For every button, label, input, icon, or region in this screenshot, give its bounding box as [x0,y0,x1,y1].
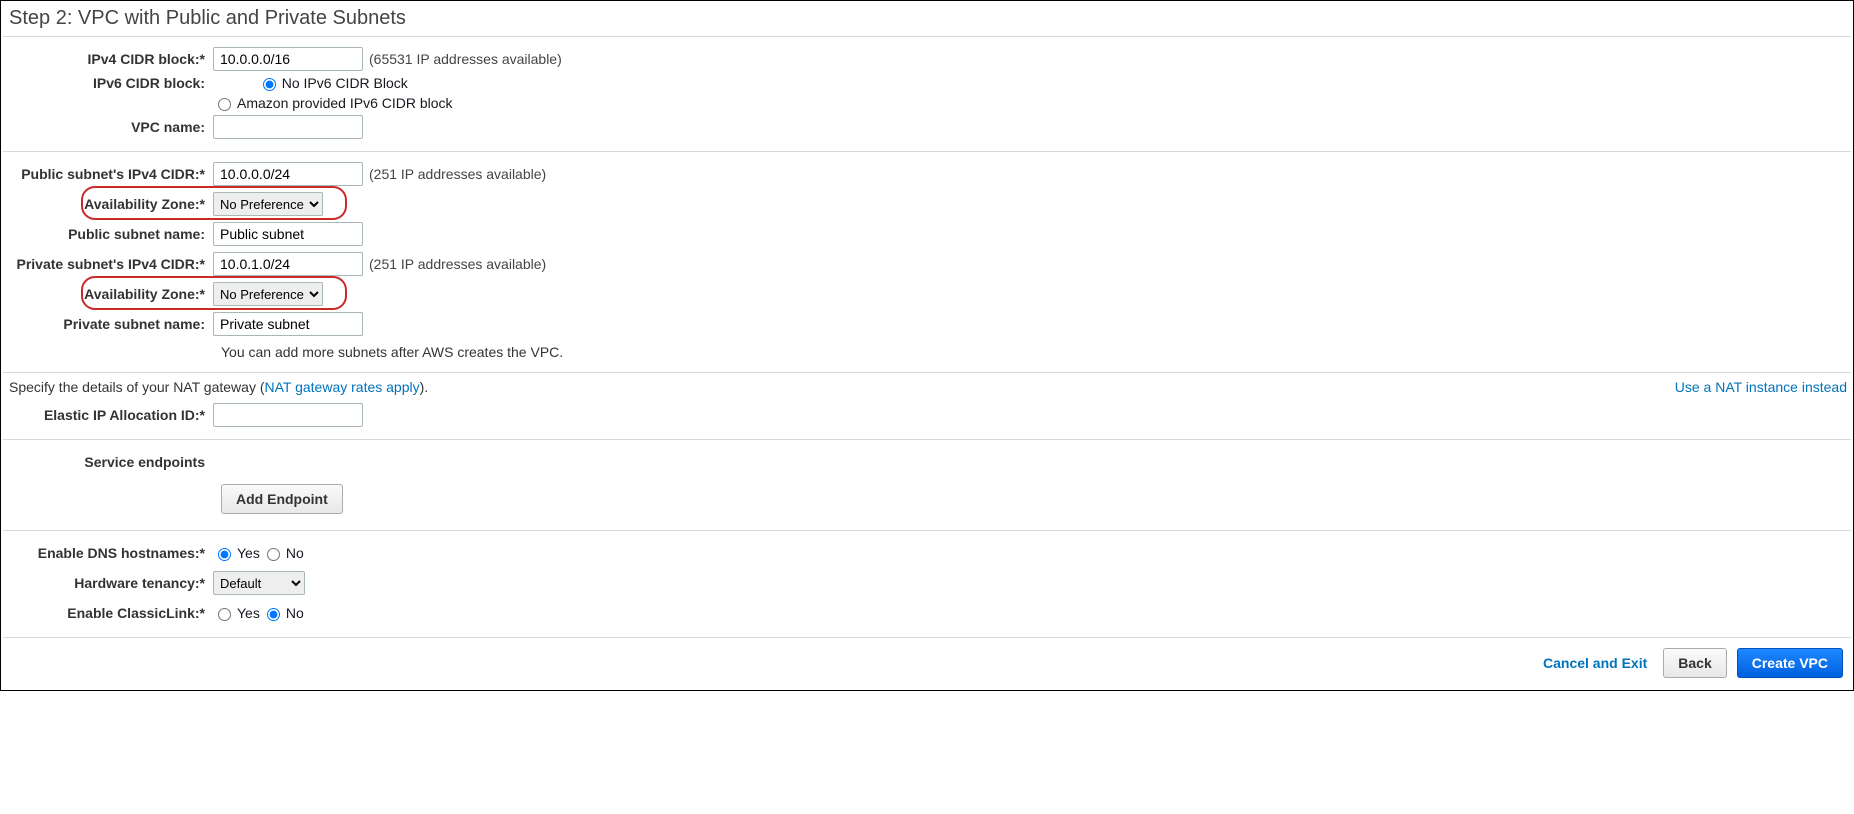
classiclink-yes-text: Yes [237,605,260,621]
ipv6-amazon-radio[interactable] [218,98,231,111]
vpc-name-input[interactable] [213,115,363,139]
nat-prefix: Specify the details of your NAT gateway … [9,379,265,395]
ipv4-cidr-input[interactable] [213,47,363,71]
classiclink-no-text: No [286,605,304,621]
dns-no-label[interactable]: No [262,545,304,561]
add-endpoint-button[interactable]: Add Endpoint [221,484,343,514]
vpc-basics-section: IPv4 CIDR block:* (65531 IP addresses av… [3,37,1851,151]
public-subnet-name-input[interactable] [213,222,363,246]
service-endpoints-label: Service endpoints [7,454,213,470]
hardware-tenancy-select[interactable]: Default [213,571,305,595]
classiclink-yes-radio[interactable] [218,608,231,621]
private-az-select[interactable]: No Preference [213,282,323,306]
dns-no-radio[interactable] [267,548,280,561]
subnets-section: Public subnet's IPv4 CIDR:* (251 IP addr… [3,152,1851,372]
vpc-name-label: VPC name: [7,119,213,135]
classiclink-no-label[interactable]: No [262,605,304,621]
elastic-ip-input[interactable] [213,403,363,427]
ipv6-none-radio-label[interactable]: No IPv6 CIDR Block [258,75,408,91]
nat-rates-link[interactable]: NAT gateway rates apply [265,379,420,395]
service-endpoints-section: Service endpoints Add Endpoint [3,440,1851,530]
dns-hostnames-label: Enable DNS hostnames:* [7,545,213,561]
public-cidr-hint: (251 IP addresses available) [369,166,546,182]
nat-suffix: ). [420,379,429,395]
ipv6-none-text: No IPv6 CIDR Block [282,75,408,91]
private-cidr-input[interactable] [213,252,363,276]
dns-yes-label[interactable]: Yes [213,545,260,561]
ipv6-amazon-radio-label[interactable]: Amazon provided IPv6 CIDR block [213,95,453,111]
ipv6-cidr-label: IPv6 CIDR block: [7,75,213,91]
elastic-ip-label: Elastic IP Allocation ID:* [7,407,213,423]
private-cidr-hint: (251 IP addresses available) [369,256,546,272]
public-az-select[interactable]: No Preference [213,192,323,216]
nat-instance-link[interactable]: Use a NAT instance instead [1675,379,1847,395]
classiclink-no-radio[interactable] [267,608,280,621]
dns-yes-text: Yes [237,545,260,561]
more-subnets-note: You can add more subnets after AWS creat… [7,344,1847,360]
ipv4-cidr-label: IPv4 CIDR block:* [7,51,213,67]
classiclink-yes-label[interactable]: Yes [213,605,260,621]
dns-no-text: No [286,545,304,561]
back-button[interactable]: Back [1663,648,1726,678]
private-cidr-label: Private subnet's IPv4 CIDR:* [7,256,213,272]
private-az-label: Availability Zone:* [7,286,213,302]
misc-section: Enable DNS hostnames:* Yes No Hardware t… [3,531,1851,637]
step-title: Step 2: VPC with Public and Private Subn… [3,3,1851,36]
dns-yes-radio[interactable] [218,548,231,561]
cancel-exit-button[interactable]: Cancel and Exit [1537,654,1653,672]
wizard-footer: Cancel and Exit Back Create VPC [3,638,1851,688]
public-az-label: Availability Zone:* [7,196,213,212]
public-cidr-label: Public subnet's IPv4 CIDR:* [7,166,213,182]
ipv4-cidr-hint: (65531 IP addresses available) [369,51,562,67]
hardware-tenancy-label: Hardware tenancy:* [7,575,213,591]
public-cidr-input[interactable] [213,162,363,186]
classiclink-label: Enable ClassicLink:* [7,605,213,621]
nat-gateway-text: Specify the details of your NAT gateway … [3,373,1851,399]
create-vpc-button[interactable]: Create VPC [1737,648,1843,678]
private-subnet-name-label: Private subnet name: [7,316,213,332]
private-subnet-name-input[interactable] [213,312,363,336]
ipv6-none-radio[interactable] [263,78,276,91]
public-subnet-name-label: Public subnet name: [7,226,213,242]
ipv6-amazon-text: Amazon provided IPv6 CIDR block [237,95,453,111]
